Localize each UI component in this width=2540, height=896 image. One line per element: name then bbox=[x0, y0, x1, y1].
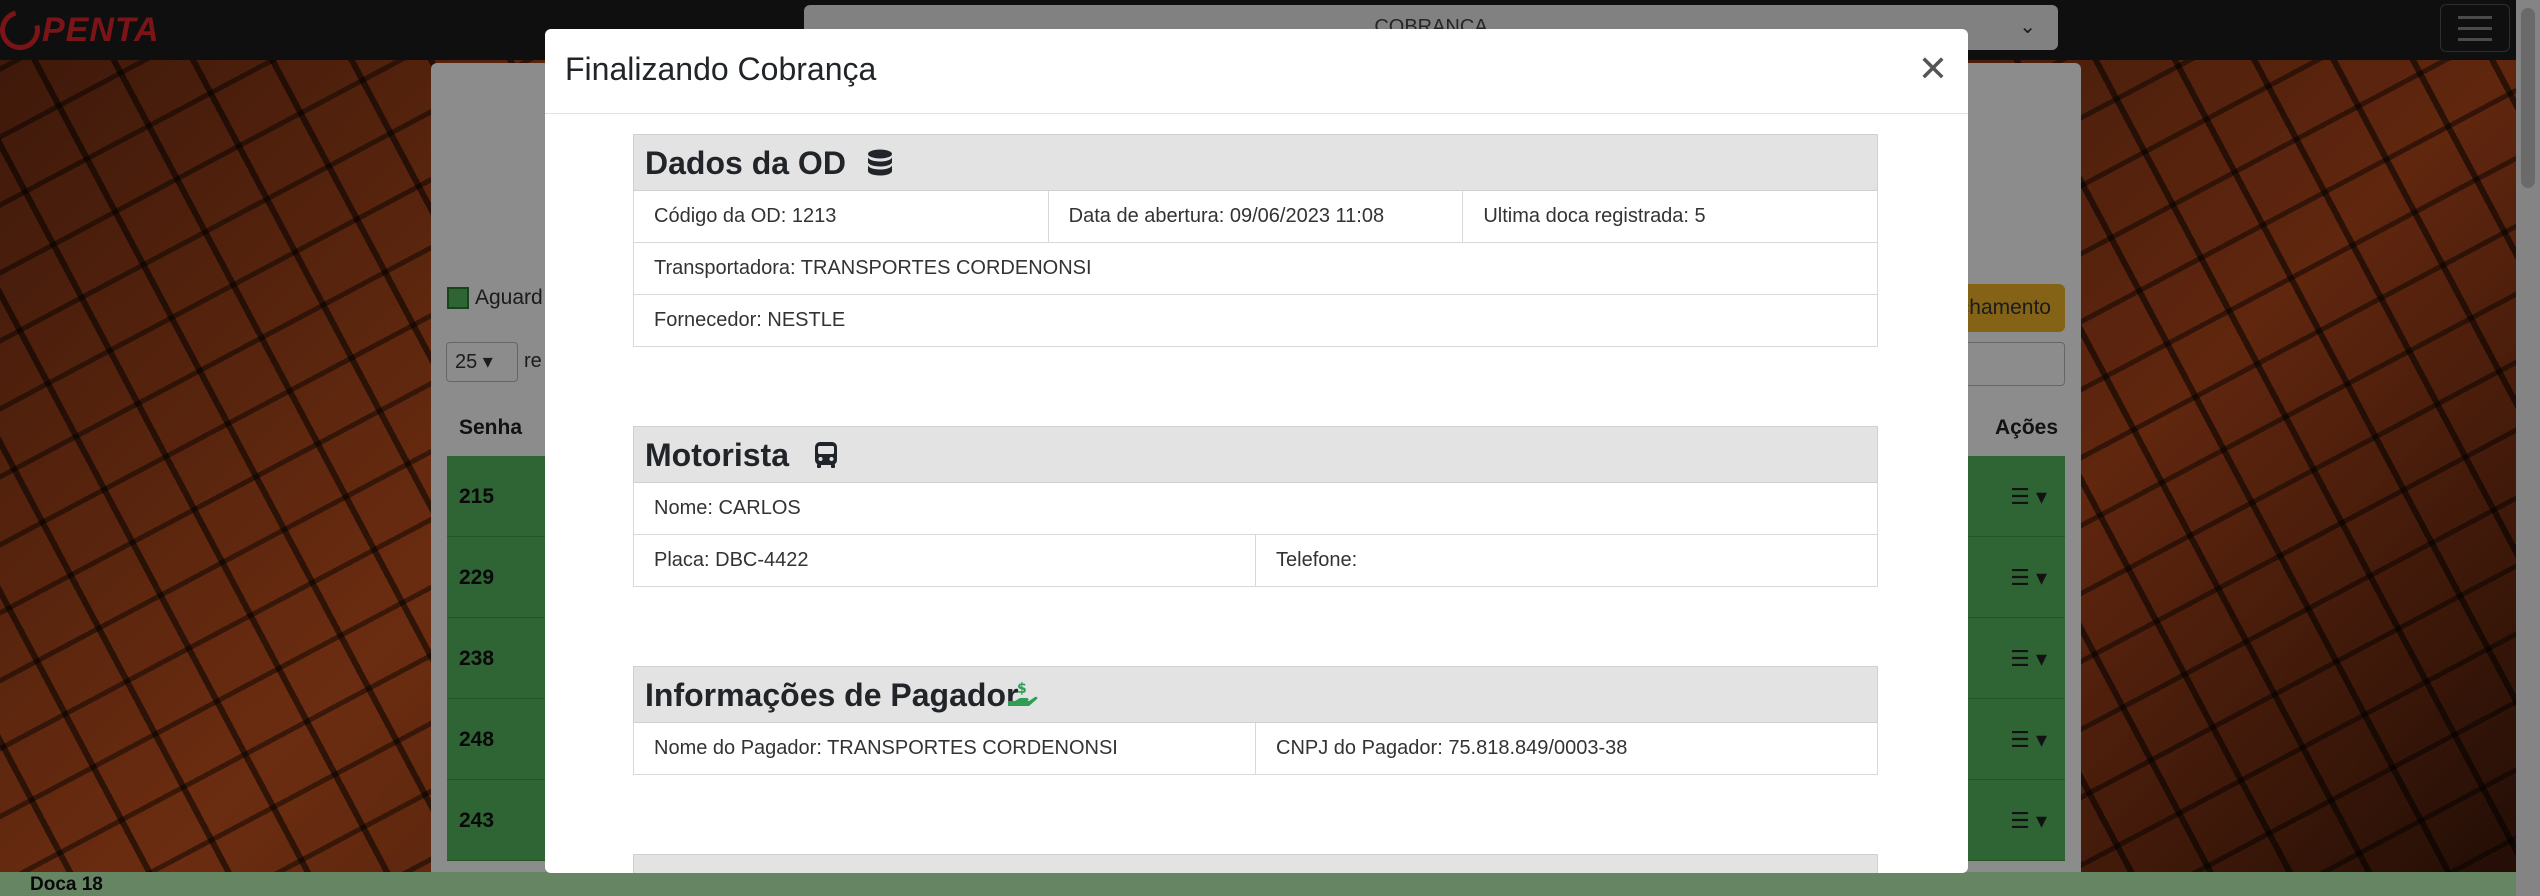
od-row-1: Código da OD: 1213 Data de abertura: 09/… bbox=[633, 191, 1878, 243]
pagador-nome: Nome do Pagador: TRANSPORTES CORDENONSI bbox=[634, 723, 1256, 774]
modal-title: Finalizando Cobrança bbox=[565, 51, 877, 87]
modal-header: Finalizando Cobrança ✕ bbox=[545, 29, 1968, 114]
modal-body: Dados da OD Código da OD: 1213 Data de a… bbox=[545, 114, 1968, 873]
bus-icon bbox=[815, 442, 837, 468]
motorista-nome: Nome: CARLOS bbox=[654, 497, 801, 519]
motorista-telefone: Telefone: bbox=[1276, 549, 1358, 571]
section-pagador: Informações de Pagador $ Nome do Pagador… bbox=[633, 666, 1878, 775]
od-row-2: Transportadora: TRANSPORTES CORDENONSI bbox=[633, 243, 1878, 295]
motorista-row-2: Placa: DBC-4422 Telefone: bbox=[633, 535, 1878, 587]
od-transportadora: Transportadora: TRANSPORTES CORDENONSI bbox=[654, 257, 1092, 279]
database-icon bbox=[868, 149, 892, 176]
section-header: Informações de Pagador $ bbox=[633, 666, 1878, 723]
section-next bbox=[633, 854, 1878, 873]
svg-text:$: $ bbox=[1017, 681, 1027, 697]
pagador-row-1: Nome do Pagador: TRANSPORTES CORDENONSI … bbox=[633, 723, 1878, 775]
close-icon[interactable]: ✕ bbox=[1918, 51, 1948, 87]
motorista-row-1: Nome: CARLOS bbox=[633, 483, 1878, 535]
od-data-abertura: Data de abertura: 09/06/2023 11:08 bbox=[1049, 191, 1464, 242]
motorista-placa: Placa: DBC-4422 bbox=[634, 535, 1256, 586]
section-motorista: Motorista Nome: CARLOS Placa: DBC-4422 T… bbox=[633, 426, 1878, 587]
section-title: Motorista bbox=[645, 437, 789, 473]
od-codigo: Código da OD: 1213 bbox=[634, 191, 1049, 242]
od-row-3: Fornecedor: NESTLE bbox=[633, 295, 1878, 347]
section-title: Informações de Pagador bbox=[645, 677, 1019, 713]
finalize-charge-modal: Finalizando Cobrança ✕ Dados da OD Códig… bbox=[545, 29, 1968, 873]
section-header bbox=[633, 854, 1878, 873]
hand-money-icon: $ bbox=[1008, 681, 1038, 706]
section-od: Dados da OD Código da OD: 1213 Data de a… bbox=[633, 134, 1878, 347]
od-fornecedor: Fornecedor: NESTLE bbox=[654, 309, 846, 331]
section-title: Dados da OD bbox=[645, 145, 846, 181]
pagador-cnpj: CNPJ do Pagador: 75.818.849/0003-38 bbox=[1276, 737, 1628, 759]
section-header: Dados da OD bbox=[633, 134, 1878, 191]
od-ultima-doca: Ultima doca registrada: 5 bbox=[1483, 205, 1706, 227]
section-header: Motorista bbox=[633, 426, 1878, 483]
